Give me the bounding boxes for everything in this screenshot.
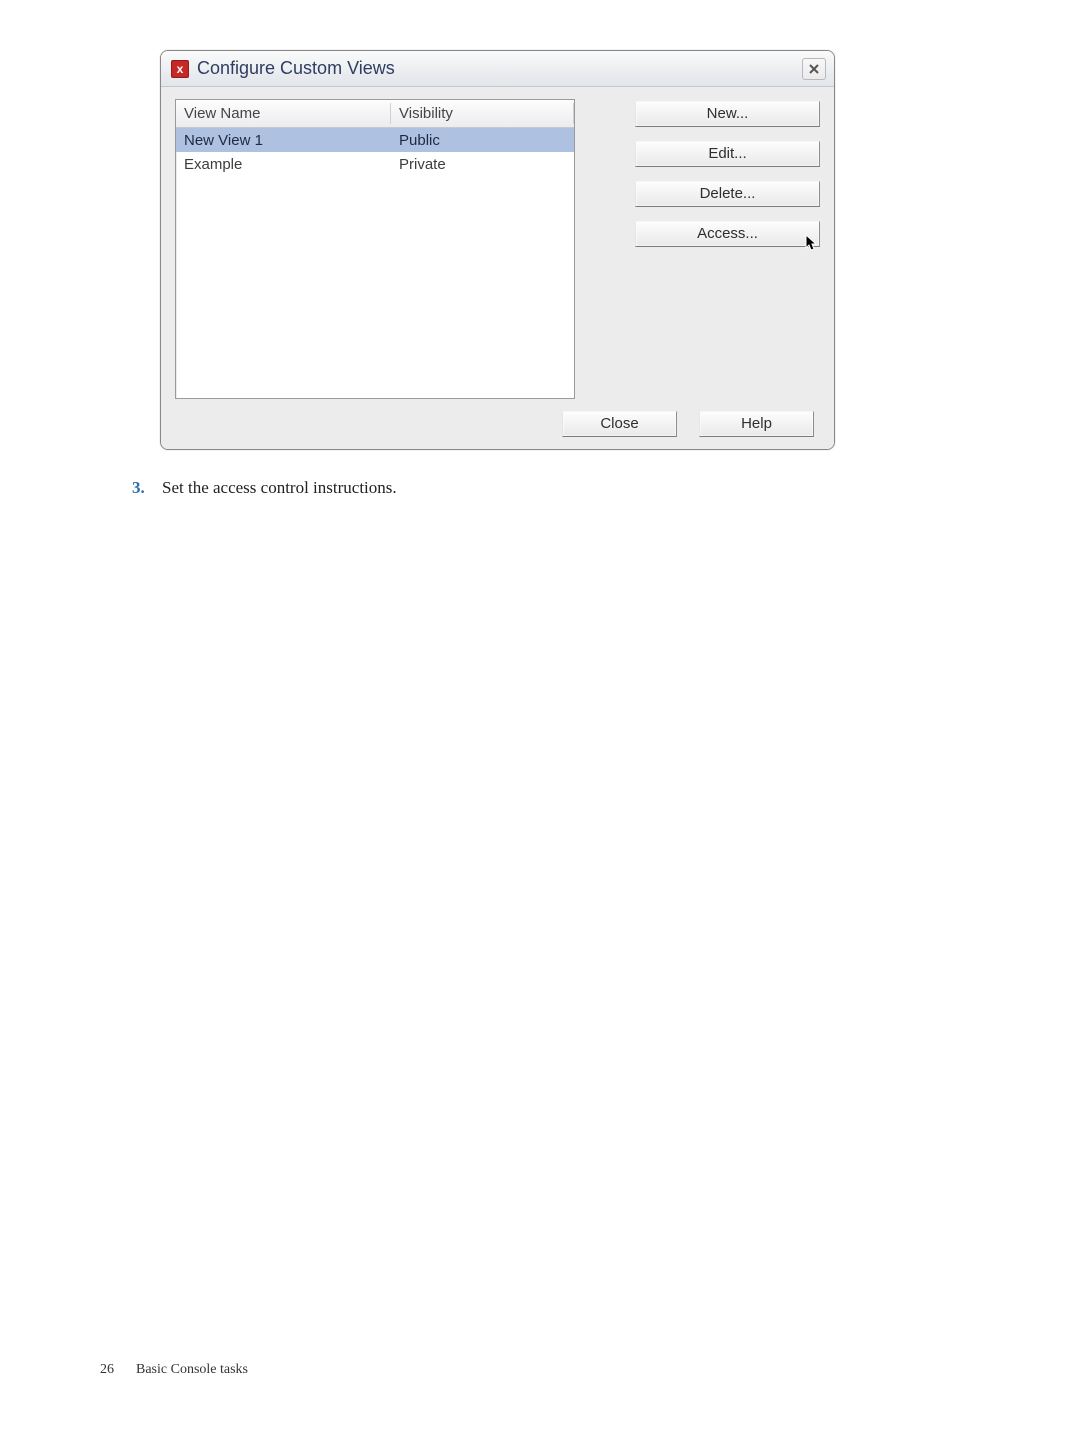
- access-button[interactable]: Access...: [635, 221, 820, 247]
- button-label: Help: [741, 415, 772, 432]
- edit-button[interactable]: Edit...: [635, 141, 820, 167]
- table-row[interactable]: Example Private: [176, 152, 574, 176]
- button-label: Delete...: [700, 185, 756, 202]
- cell-view-name: Example: [176, 154, 391, 175]
- page-number: 26: [100, 1362, 114, 1378]
- col-header-visibility: Visibility: [391, 103, 574, 124]
- page-footer: 26 Basic Console tasks: [100, 1362, 248, 1378]
- list-header: View Name Visibility: [176, 100, 574, 128]
- delete-button[interactable]: Delete...: [635, 181, 820, 207]
- button-label: Access...: [697, 225, 758, 242]
- step-text: Set the access control instructions.: [162, 478, 397, 498]
- step-number: 3.: [132, 478, 162, 498]
- close-icon[interactable]: [802, 58, 826, 80]
- col-header-view-name: View Name: [176, 103, 391, 124]
- table-row[interactable]: New View 1 Public: [176, 128, 574, 152]
- button-label: Edit...: [708, 145, 746, 162]
- cell-visibility: Private: [391, 154, 574, 175]
- cell-visibility: Public: [391, 130, 574, 151]
- cell-view-name: New View 1: [176, 130, 391, 151]
- help-button[interactable]: Help: [699, 411, 814, 437]
- app-icon: x: [171, 60, 189, 78]
- configure-custom-views-dialog: x Configure Custom Views View Name Visib…: [160, 50, 835, 450]
- button-label: New...: [707, 105, 749, 122]
- section-title: Basic Console tasks: [136, 1362, 248, 1378]
- new-button[interactable]: New...: [635, 101, 820, 127]
- instruction-step: 3. Set the access control instructions.: [132, 478, 960, 498]
- dialog-title: Configure Custom Views: [197, 58, 395, 79]
- close-button[interactable]: Close: [562, 411, 677, 437]
- views-list[interactable]: View Name Visibility New View 1 Public E…: [175, 99, 575, 399]
- titlebar: x Configure Custom Views: [161, 51, 834, 87]
- button-label: Close: [600, 415, 638, 432]
